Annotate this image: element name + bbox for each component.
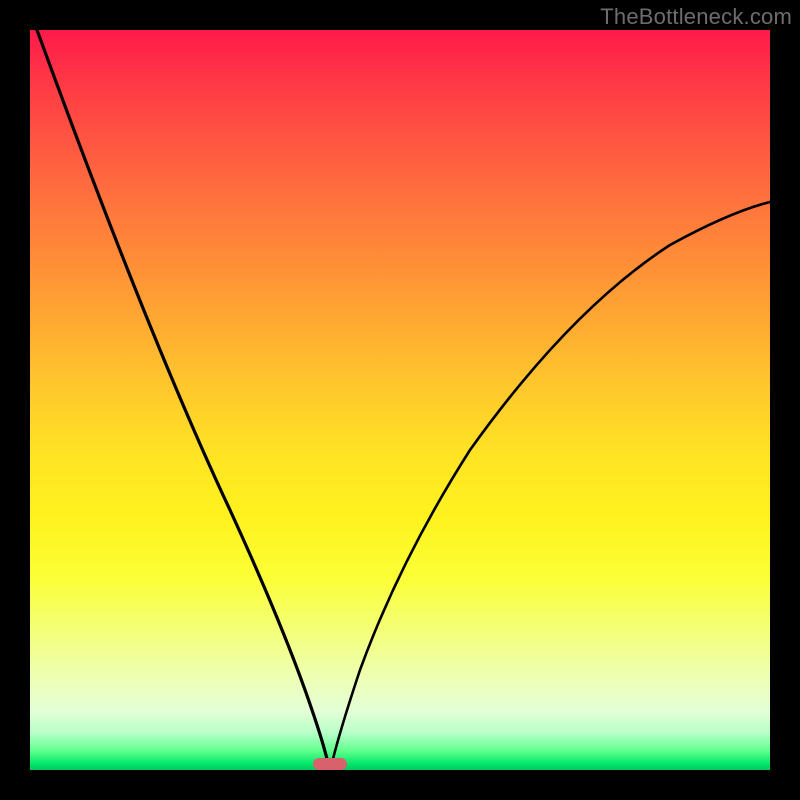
left-curve (37, 30, 328, 763)
bottleneck-marker (313, 758, 347, 770)
watermark-text: TheBottleneck.com (600, 4, 792, 30)
right-curve (332, 202, 770, 763)
curve-layer (30, 30, 770, 770)
chart-frame: TheBottleneck.com (0, 0, 800, 800)
